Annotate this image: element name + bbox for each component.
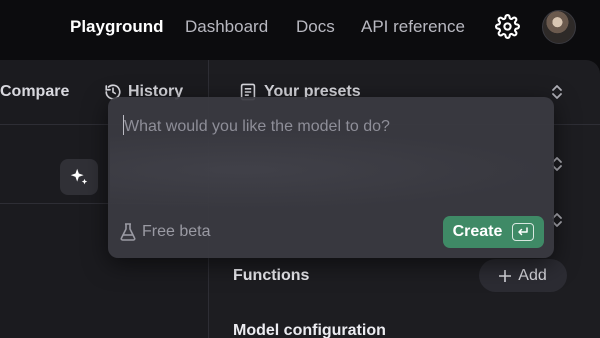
gear-icon[interactable]	[495, 14, 520, 39]
flask-icon	[120, 223, 136, 241]
nav-playground[interactable]: Playground	[70, 17, 164, 37]
add-label: Add	[518, 266, 547, 284]
model-configuration-heading: Model configuration	[233, 322, 386, 338]
plus-icon	[499, 269, 512, 282]
create-label: Create	[452, 223, 503, 240]
popover-blur-backdrop	[110, 130, 550, 210]
enter-key-icon	[512, 223, 535, 241]
free-beta-badge: Free beta	[120, 223, 210, 241]
create-button[interactable]: Create	[443, 216, 544, 248]
sparkle-icon	[70, 168, 88, 185]
free-beta-label: Free beta	[142, 223, 211, 240]
nav-api-reference[interactable]: API reference	[361, 17, 465, 37]
nav-dashboard[interactable]: Dashboard	[185, 17, 268, 37]
top-navigation: Playground Dashboard Docs API reference	[0, 0, 600, 56]
nav-docs[interactable]: Docs	[296, 17, 335, 37]
presets-chevron-icon[interactable]	[551, 84, 563, 100]
generate-sparkle-button[interactable]	[60, 159, 98, 195]
text-caret	[123, 115, 124, 135]
prompt-input[interactable]	[122, 114, 542, 140]
compare-button[interactable]: Compare	[0, 83, 69, 101]
functions-label: Functions	[233, 267, 310, 284]
add-function-button[interactable]: Add	[479, 259, 567, 292]
user-avatar[interactable]	[542, 10, 576, 44]
